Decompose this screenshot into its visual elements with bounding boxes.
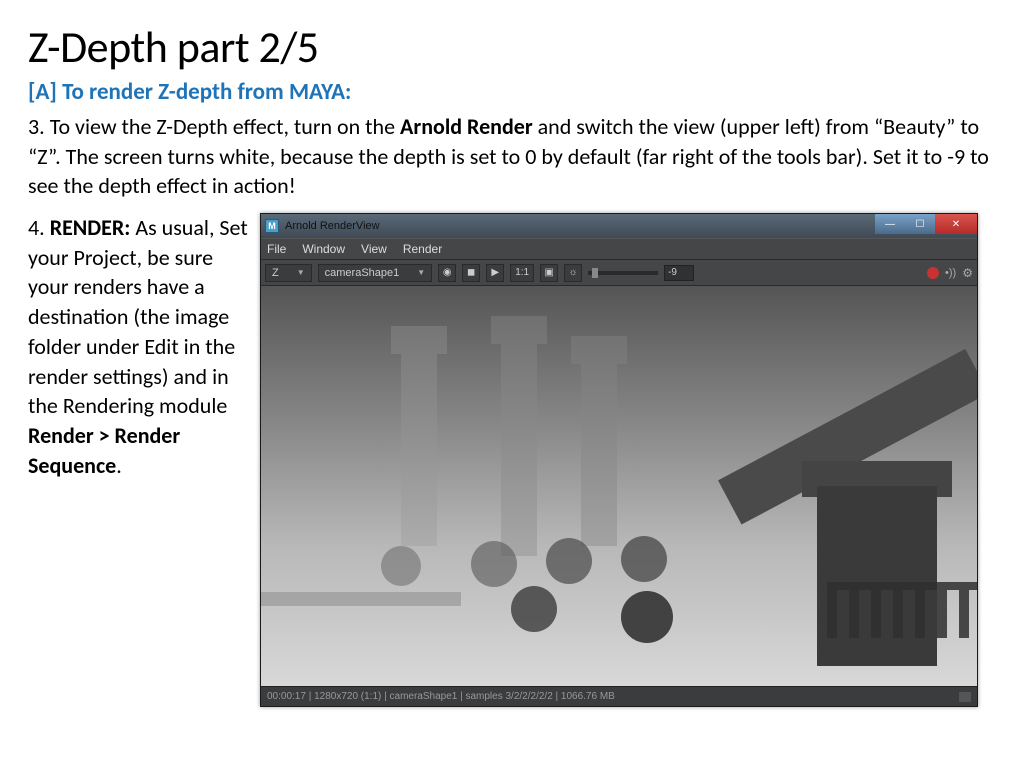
scene-railing-top	[827, 582, 977, 590]
scene-sphere	[471, 541, 517, 587]
minimize-button[interactable]: —	[875, 214, 905, 234]
refresh-button[interactable]: ◉	[438, 264, 456, 282]
maximize-button[interactable]: ☐	[905, 214, 935, 234]
window-title: Arnold RenderView	[285, 220, 380, 232]
scene-pillar	[501, 316, 537, 556]
scene-sphere	[621, 591, 673, 643]
gear-icon[interactable]: ⚙	[962, 266, 973, 280]
sun-icon: ☼	[569, 267, 578, 278]
step-3-pre: To view the Z-Depth effect, turn on the	[50, 113, 400, 140]
app-icon: M	[265, 219, 279, 233]
chevron-down-icon: ▼	[297, 268, 305, 277]
step-4-mid: As usual, Set your Project, be sure your…	[28, 214, 248, 419]
menu-render[interactable]: Render	[403, 242, 442, 256]
camera-dropdown[interactable]: cameraShape1 ▼	[318, 264, 433, 282]
menu-window[interactable]: Window	[302, 242, 345, 256]
window-titlebar[interactable]: M Arnold RenderView — ☐ ✕	[261, 214, 977, 238]
stop-button[interactable]: ◼	[462, 264, 480, 282]
step-4-end: .	[116, 452, 122, 479]
resize-grip-icon[interactable]	[959, 692, 971, 702]
target-icon: ◉	[443, 267, 452, 278]
chevron-down-icon: ▼	[417, 268, 425, 277]
ratio-button[interactable]: 1:1	[510, 264, 534, 282]
exposure-slider[interactable]	[588, 271, 658, 275]
scene-sphere	[381, 546, 421, 586]
step-3-text: 3. To view the Z-Depth effect, turn on t…	[28, 112, 996, 201]
scene-sphere	[511, 586, 557, 632]
status-text: 00:00:17 | 1280x720 (1:1) | cameraShape1…	[267, 691, 615, 702]
exposure-value: -9	[668, 267, 677, 278]
step-3-bold: Arnold Render	[400, 113, 533, 140]
status-bar: 00:00:17 | 1280x720 (1:1) | cameraShape1…	[261, 686, 977, 706]
channel-value: Z	[272, 267, 279, 279]
menu-view[interactable]: View	[361, 242, 387, 256]
scene-pillar	[581, 336, 617, 546]
step-4-number: 4.	[28, 214, 50, 241]
page-title: Z-Depth part 2/5	[28, 20, 996, 74]
scene-sphere	[621, 536, 667, 582]
step-4-text: 4. RENDER: As usual, Set your Project, b…	[28, 213, 248, 480]
play-icon: ▶	[491, 267, 499, 278]
close-button[interactable]: ✕	[935, 214, 977, 234]
play-button[interactable]: ▶	[486, 264, 504, 282]
step-3-number: 3.	[28, 113, 50, 140]
menu-bar: File Window View Render	[261, 238, 977, 260]
scene-railing	[261, 592, 461, 606]
arnold-renderview-window: M Arnold RenderView — ☐ ✕ File Window Vi…	[260, 213, 978, 707]
exposure-value-field[interactable]: -9	[664, 265, 694, 281]
exposure-button[interactable]: ☼	[564, 264, 582, 282]
scene-column	[817, 486, 937, 666]
ratio-label: 1:1	[515, 267, 529, 278]
menu-file[interactable]: File	[267, 242, 286, 256]
region-button[interactable]: ▣	[540, 264, 558, 282]
scene-railing	[827, 590, 977, 638]
stop-icon: ◼	[467, 267, 475, 278]
scene-pillar	[401, 326, 437, 546]
crop-icon: ▣	[544, 267, 553, 278]
step-4-bold-render: RENDER:	[50, 214, 131, 241]
channel-dropdown[interactable]: Z ▼	[265, 264, 312, 282]
signal-icon: •))	[945, 267, 956, 279]
toolbar: Z ▼ cameraShape1 ▼ ◉ ◼ ▶	[261, 260, 977, 286]
record-indicator-icon[interactable]	[927, 267, 939, 279]
scene-sphere	[546, 538, 592, 584]
camera-value: cameraShape1	[325, 267, 400, 279]
render-viewport[interactable]	[261, 286, 977, 686]
section-heading: [A] To render Z-depth from MAYA:	[28, 78, 996, 106]
step-4-bold-path: Render > Render Sequence	[28, 422, 180, 479]
